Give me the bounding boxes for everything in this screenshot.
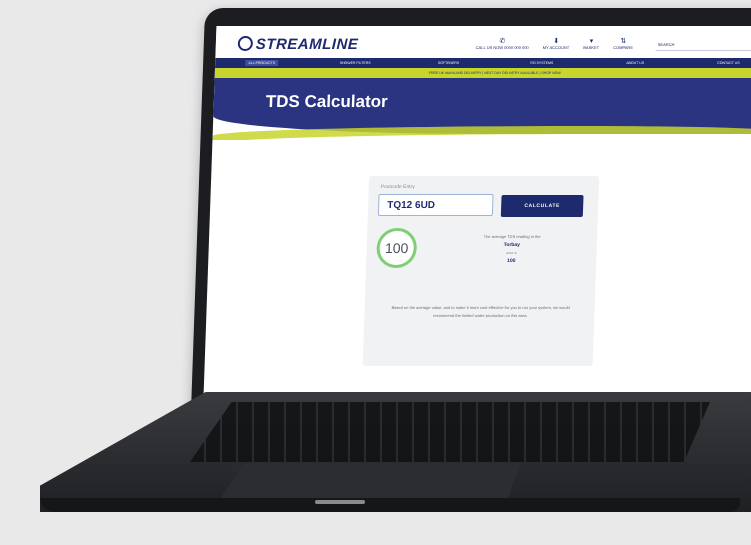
account-icon: ⬇ <box>553 38 560 45</box>
laptop-screen: STREAMLINE ✆ CALL US NOW 0000 000 000 ⬇ MY… <box>203 26 751 396</box>
result-intro: The average TDS reading in the <box>483 234 541 239</box>
search-input[interactable]: SEARCH <box>655 42 751 51</box>
header-link-label: MY ACCOUNT <box>542 45 570 50</box>
logo-text: STREAMLINE <box>255 36 359 53</box>
nav-item-shower-filters[interactable]: SHOWER FILTERS <box>308 58 402 68</box>
result-is-label: area is <box>506 251 517 255</box>
page-title: TDS Calculator <box>265 92 389 111</box>
header-link-basket[interactable]: ▾ BASKET <box>583 38 599 50</box>
advice-text: Based on the average value, and to make … <box>391 305 570 318</box>
tds-calculator-card: Postcode Entry TQ12 6UD CALCULATE 100 Th… <box>362 176 600 366</box>
header-link-account[interactable]: ⬇ MY ACCOUNT <box>543 38 570 50</box>
nav-item-label: ALL PRODUCTS <box>245 60 279 66</box>
header-link-label: BASKET <box>583 45 600 50</box>
laptop-keyboard <box>190 402 710 462</box>
calculate-button[interactable]: CALCULATE <box>500 195 584 217</box>
header-link-call[interactable]: ✆ CALL US NOW 0000 000 000 <box>476 38 529 50</box>
laptop-front-edge <box>40 498 740 512</box>
nav-item-contact-us[interactable]: CONTACT US <box>682 58 751 68</box>
laptop-notch <box>315 500 365 504</box>
promo-bar[interactable]: FREE UK MAINLAND DELIVERY | NEXT DAY DEL… <box>214 68 751 78</box>
site-logo[interactable]: STREAMLINE <box>237 36 359 53</box>
header-link-label: COMPARE <box>613 45 634 50</box>
postcode-input[interactable]: TQ12 6UD <box>377 194 494 216</box>
result-town: Torbay <box>503 242 521 248</box>
postcode-label: Postcode Entry <box>380 184 415 190</box>
laptop-photo: STREAMLINE ✆ CALL US NOW 0000 000 000 ⬇ MY… <box>0 0 751 545</box>
nav-item-about-us[interactable]: ABOUT US <box>588 58 682 68</box>
nav-item-softeners[interactable]: SOFTENERS <box>402 58 496 68</box>
header-link-label: CALL US NOW 0000 000 000 <box>475 45 529 50</box>
compare-icon: ⇅ <box>620 38 627 45</box>
header-links: ✆ CALL US NOW 0000 000 000 ⬇ MY ACCOUNT ▾ B… <box>476 38 634 50</box>
result-value: 100 <box>506 258 516 264</box>
logo-icon <box>237 36 254 51</box>
tds-gauge: 100 <box>376 228 418 268</box>
gauge-value: 100 <box>384 240 409 256</box>
nav-item-all-products[interactable]: ALL PRODUCTS <box>215 58 309 68</box>
basket-icon: ▾ <box>589 38 594 45</box>
laptop-trackpad <box>220 463 520 499</box>
header-link-compare[interactable]: ⇅ COMPARE <box>613 38 633 50</box>
main-nav: ALL PRODUCTS SHOWER FILTERS SOFTENERS RO… <box>214 58 751 68</box>
tds-result: The average TDS reading in the Torbay ar… <box>436 234 587 264</box>
site-header: STREAMLINE ✆ CALL US NOW 0000 000 000 ⬇ MY… <box>215 26 751 58</box>
phone-icon: ✆ <box>499 38 506 45</box>
nav-item-ro-systems[interactable]: RO SYSTEMS <box>495 58 589 68</box>
